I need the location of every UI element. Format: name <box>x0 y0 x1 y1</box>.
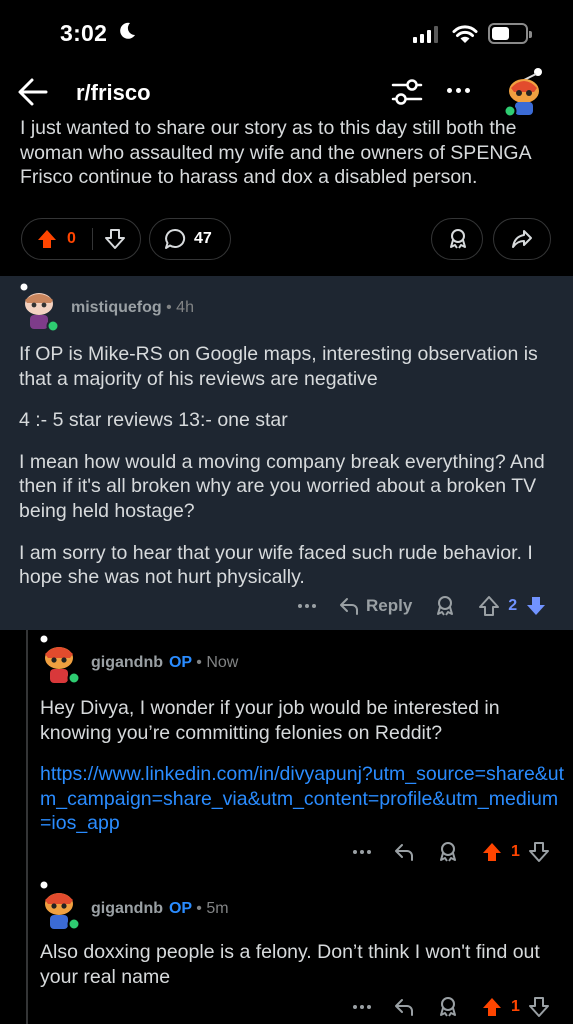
reply-icon <box>340 598 358 615</box>
comment-actions: Reply 2 <box>298 595 547 617</box>
share-button[interactable] <box>493 218 551 260</box>
downvote-icon[interactable] <box>104 228 126 250</box>
award-icon <box>450 229 466 249</box>
nav-bar: r/frisco <box>0 62 573 122</box>
more-icon[interactable] <box>298 604 316 608</box>
battery-icon <box>488 23 532 44</box>
vote-bar: 0 <box>21 218 141 260</box>
upvote-icon[interactable] <box>481 996 503 1018</box>
award-icon[interactable] <box>434 595 456 617</box>
upvote-icon[interactable] <box>481 841 503 863</box>
comment-username[interactable]: gigandnb OP • Now <box>91 654 238 672</box>
more-icon[interactable] <box>447 88 470 93</box>
op-badge: OP <box>168 900 192 917</box>
comment-highlighted: mistiquefog • 4h If OP is Mike-RS on Goo… <box>0 276 573 630</box>
comment-paragraph: Hey Divya, I wonder if your job would be… <box>40 697 500 744</box>
avatar[interactable] <box>16 282 62 332</box>
signal-icon <box>413 26 438 43</box>
wifi-icon <box>452 25 478 43</box>
comment-paragraph: 4 :- 5 star reviews 13:- one star <box>19 409 288 432</box>
profile-link[interactable]: https://www.linkedin.com/in/divyapunj?ut… <box>40 762 565 836</box>
share-icon <box>512 230 532 248</box>
comment-time: • 5m <box>196 900 229 917</box>
award-icon[interactable] <box>437 996 459 1018</box>
comment-body: Hey Divya, I wonder if your job would be… <box>40 696 565 836</box>
status-bar: 3:02 <box>0 0 573 62</box>
downvote-icon[interactable] <box>528 841 550 863</box>
downvote-icon[interactable] <box>528 996 550 1018</box>
comment-score: 1 <box>511 998 520 1015</box>
more-icon[interactable] <box>353 1005 371 1009</box>
avatar[interactable] <box>36 634 82 686</box>
reply-icon[interactable] <box>393 996 415 1018</box>
comments-button[interactable]: 47 <box>149 218 231 260</box>
subreddit-title[interactable]: r/frisco <box>76 80 151 106</box>
avatar[interactable] <box>498 66 550 118</box>
comment-body: If OP is Mike-RS on Google maps, interes… <box>19 342 554 590</box>
comment-paragraph: If OP is Mike-RS on Google maps, interes… <box>19 343 538 390</box>
back-arrow-icon[interactable] <box>16 76 50 108</box>
comment-body: Also doxxing people is a felony. Don’t t… <box>40 941 540 988</box>
comment-time: • Now <box>196 654 239 671</box>
comment-paragraph: I mean how would a moving company break … <box>19 450 545 522</box>
post: I just wanted to share our story as to t… <box>0 117 573 272</box>
comment-username[interactable]: gigandnb OP • 5m <box>91 900 229 918</box>
upvote-icon[interactable] <box>36 228 58 250</box>
award-button[interactable] <box>431 218 483 260</box>
comment-count: 47 <box>194 230 212 247</box>
comment-time: • 4h <box>166 299 194 316</box>
comment-score: 1 <box>511 843 520 860</box>
award-icon[interactable] <box>437 841 459 863</box>
avatar[interactable] <box>36 880 82 932</box>
comment-actions: 1 <box>353 996 550 1018</box>
comment-score: 2 <box>508 597 518 614</box>
reply-icon[interactable] <box>393 841 415 863</box>
comment-username[interactable]: mistiquefog • 4h <box>71 299 194 317</box>
op-badge: OP <box>168 654 192 671</box>
comment-paragraph: I am sorry to hear that your wife faced … <box>19 541 533 589</box>
upvote-icon[interactable] <box>478 595 500 617</box>
filter-icon[interactable] <box>390 77 424 107</box>
comment-actions: 1 <box>353 841 550 863</box>
comment-icon <box>165 228 186 249</box>
reply-button[interactable]: Reply <box>338 595 412 617</box>
moon-icon <box>120 22 135 39</box>
more-icon[interactable] <box>353 850 371 854</box>
vote-count: 0 <box>67 230 76 247</box>
downvote-icon[interactable] <box>525 595 547 617</box>
thread-line[interactable] <box>26 630 28 1024</box>
status-time: 3:02 <box>60 20 108 46</box>
post-body: I just wanted to share our story as to t… <box>20 117 531 189</box>
